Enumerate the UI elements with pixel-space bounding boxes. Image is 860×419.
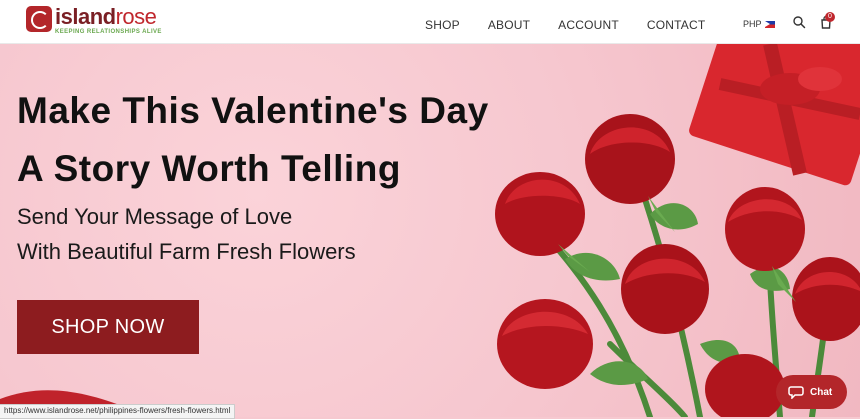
- hero-banner: Make This Valentine's Day A Story Worth …: [0, 44, 860, 417]
- currency-code: PHP: [743, 19, 762, 29]
- red-roses-image: [495, 44, 860, 417]
- brand-name-part2: rose: [115, 4, 157, 29]
- main-menu: SHOP ABOUT ACCOUNT CONTACT: [425, 18, 733, 32]
- brand-logo[interactable]: islandrose KEEPING RELATIONSHIPS ALIVE: [26, 6, 162, 35]
- hero-subheadline-line2: With Beautiful Farm Fresh Flowers: [17, 239, 356, 264]
- hero-headline-line2: A Story Worth Telling: [17, 148, 401, 189]
- chat-label: Chat: [810, 386, 833, 398]
- chat-button[interactable]: Chat: [776, 375, 847, 409]
- cart-count-badge: 0: [825, 12, 835, 22]
- chat-bubble-icon: [788, 386, 804, 399]
- philippines-flag-icon: [764, 20, 775, 28]
- search-icon[interactable]: [792, 15, 806, 29]
- nav-contact-link[interactable]: CONTACT: [647, 18, 706, 32]
- shop-now-button[interactable]: SHOP NOW: [17, 300, 199, 354]
- brand-tagline: KEEPING RELATIONSHIPS ALIVE: [55, 29, 162, 35]
- hero-subheadline-line1: Send Your Message of Love: [17, 204, 293, 229]
- nav-shop-link[interactable]: SHOP: [425, 18, 460, 32]
- rose-logo-icon: [26, 6, 52, 32]
- brand-name: islandrose: [55, 6, 162, 28]
- top-navbar: islandrose KEEPING RELATIONSHIPS ALIVE S…: [0, 0, 860, 44]
- brand-name-part1: island: [55, 4, 116, 29]
- hero-headline-line1: Make This Valentine's Day: [17, 90, 489, 131]
- nav-about-link[interactable]: ABOUT: [488, 18, 530, 32]
- nav-account-link[interactable]: ACCOUNT: [558, 18, 619, 32]
- currency-selector[interactable]: PHP: [743, 19, 775, 29]
